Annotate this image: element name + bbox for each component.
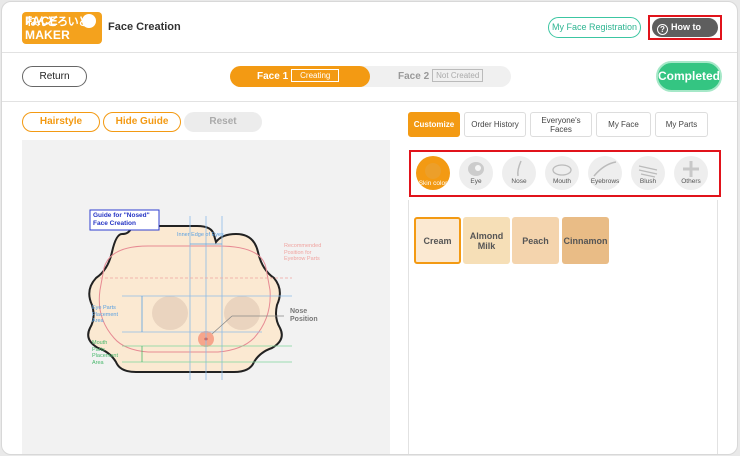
tab-face-2-status: Not Created	[432, 69, 484, 82]
tab-face-1[interactable]: Face 1 Creating	[230, 66, 370, 87]
inner-edge-label: Inner Edge of Eyes	[177, 232, 224, 238]
return-button[interactable]: Return	[22, 66, 87, 87]
swatch-cream[interactable]: Cream	[414, 217, 461, 264]
swatch-cinnamon[interactable]: Cinnamon	[562, 217, 609, 264]
tab-face-1-label: Face 1	[257, 71, 289, 82]
tab-customize[interactable]: Customize	[408, 112, 460, 137]
tab-my-parts[interactable]: My Parts	[655, 112, 708, 137]
logo-en-text: FACE MAKER	[25, 14, 70, 42]
reset-button[interactable]: Reset	[184, 112, 262, 132]
tab-face-2[interactable]: Face 2 Not Created	[398, 66, 484, 87]
eye-area-left	[152, 296, 188, 330]
eyebrow-position-label: Recommended Position for Eyebrow Parts	[284, 243, 322, 262]
parts-highlight	[409, 150, 721, 197]
tab-face-1-status: Creating	[291, 69, 340, 82]
mouth-area-label: Mouth Parts Placement Area	[92, 340, 118, 366]
eye-area-label: Eye Parts Placement Area	[92, 305, 118, 324]
face-guide-drawing	[87, 209, 292, 380]
tab-everyones-faces[interactable]: Everyone's Faces	[530, 112, 592, 137]
header-divider	[2, 52, 737, 53]
face-tabs: Face 1 Creating Face 2 Not Created	[230, 66, 511, 87]
hide-guide-button[interactable]: Hide Guide	[103, 112, 181, 132]
app-logo[interactable]: ねんどろいど FACE MAKER	[22, 12, 102, 44]
completed-button[interactable]: Completed	[656, 61, 722, 92]
page-title: Face Creation	[108, 21, 181, 33]
swatch-peach[interactable]: Peach	[512, 217, 559, 264]
tab-my-face[interactable]: My Face	[596, 112, 651, 137]
guide-title: Guide for "Nosed" Face Creation	[93, 212, 150, 227]
swatch-almond-milk[interactable]: Almond Milk	[463, 217, 510, 264]
face-canvas[interactable]: Guide for "Nosed" Face Creation Inner Ed…	[22, 140, 390, 454]
tab-face-2-label: Face 2	[398, 71, 430, 82]
eye-area-right	[224, 296, 260, 330]
nose-position-label: Nose Position	[290, 308, 318, 323]
how-to-use-highlight	[648, 15, 722, 40]
my-face-registration-button[interactable]: My Face Registration	[548, 17, 641, 38]
app-window: ねんどろいど FACE MAKER Face Creation My Face …	[1, 1, 738, 455]
tab-order-history[interactable]: Order History	[464, 112, 526, 137]
toolbar-divider	[2, 101, 737, 102]
hairstyle-button[interactable]: Hairstyle	[22, 112, 100, 132]
